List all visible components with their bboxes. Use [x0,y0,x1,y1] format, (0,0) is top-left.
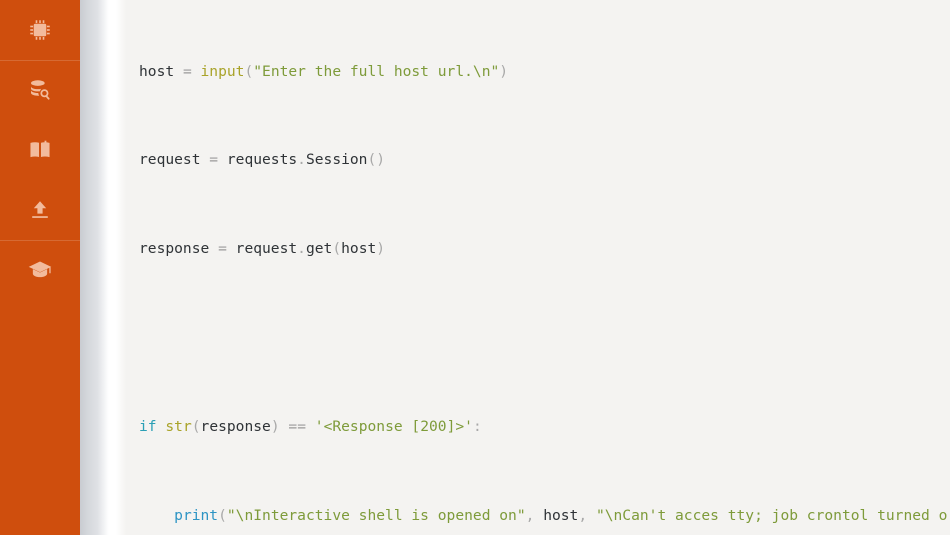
app-window: host = input("Enter the full host url.\n… [0,0,950,535]
sidebar-item-database-search[interactable] [0,60,80,120]
database-search-icon [27,77,53,103]
sidebar-item-library[interactable] [0,120,80,180]
sidebar [0,0,80,535]
sidebar-group-learn [0,240,80,300]
tok-print: print [174,506,219,524]
sidebar-group-hardware [0,0,80,60]
chip-icon [27,17,53,43]
tok-requests: requests [226,151,298,169]
code-line: if str(response) == '<Response [200]>': [139,417,482,435]
code-line: print("\nInteractive shell is opened on"… [174,506,948,524]
sidebar-item-learn[interactable] [0,240,80,300]
tok-host: host [543,506,579,524]
sidebar-item-hardware[interactable] [0,0,80,60]
tok-str-fn: str [165,417,192,435]
tok-host: host [139,62,175,80]
panel-divider-shadow [80,0,126,535]
graduation-cap-icon [27,257,53,283]
tok-str-enter-host: "Enter the full host url.\n" [253,62,500,80]
tok-request: request [139,151,201,169]
code-line: host = input("Enter the full host url.\n… [139,62,509,80]
code-editor-surface[interactable]: host = input("Enter the full host url.\n… [120,0,950,535]
tok-response: response [139,240,210,258]
sidebar-group-tools [0,60,80,240]
tok-host: host [341,240,377,258]
tok-str-interactive: "\nInteractive shell is opened on" [226,506,526,524]
tok-response: response [200,417,271,435]
tok-str-response-200: '<Response [200]>' [314,417,473,435]
tok-str-cant-acces: "\nCan't acces tty; job crontol turned o [595,506,948,524]
tok-if: if [139,417,157,435]
tok-session: Session [305,151,368,169]
tok-input: input [200,62,245,80]
code-content[interactable]: host = input("Enter the full host url.\n… [120,0,950,535]
tok-get: get [305,240,333,258]
tok-request: request [235,240,298,258]
sidebar-item-upload[interactable] [0,180,80,240]
code-line: response = request.get(host) [139,240,386,258]
open-book-icon [27,137,53,163]
code-line: request = requests.Session() [139,151,386,169]
upload-icon [28,198,52,222]
